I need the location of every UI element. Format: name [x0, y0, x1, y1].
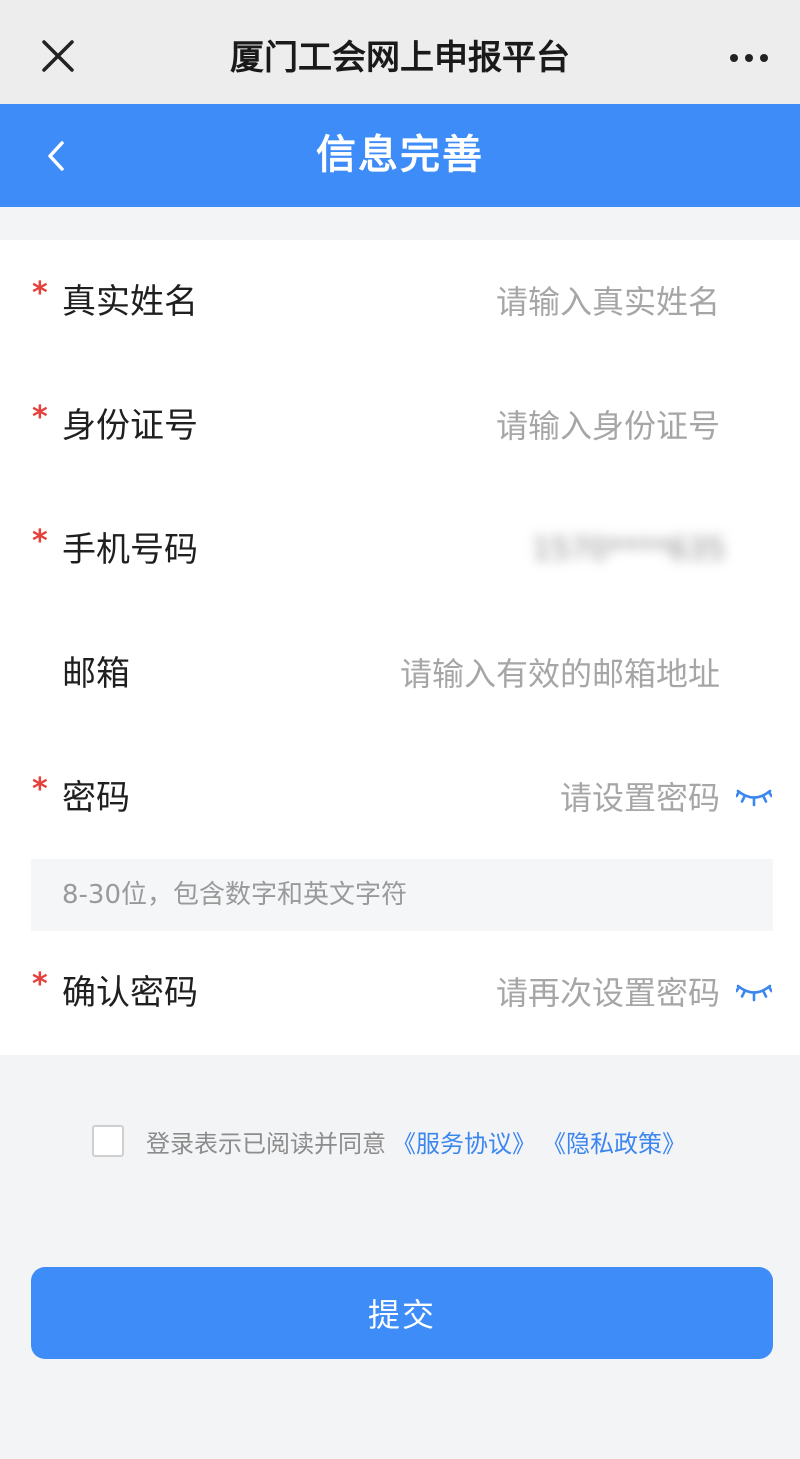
page-header: 信息完善: [0, 104, 800, 207]
service-agreement-link[interactable]: 《服务协议》: [392, 1124, 536, 1159]
id-number-input[interactable]: [320, 401, 720, 451]
agreement-checkbox[interactable]: [92, 1125, 124, 1157]
confirm-password-input[interactable]: [320, 968, 720, 1018]
agreement-row: 登录表示已阅读并同意 《服务协议》 《隐私政策》: [92, 1124, 686, 1158]
required-mark: *: [32, 772, 48, 807]
mini-program-top-bar: 厦门工会网上申报平台: [0, 0, 800, 104]
more-horizontal-icon: [730, 54, 768, 62]
confirm-password-row: * 确认密码: [0, 931, 800, 1055]
real-name-row: * 真实姓名: [0, 240, 800, 364]
id-number-row: * 身份证号: [0, 364, 800, 488]
info-form: * 真实姓名 * 身份证号 * 手机号码 1570****635 邮箱 * 密码…: [0, 240, 800, 1055]
real-name-input[interactable]: [320, 277, 720, 327]
phone-label: 手机号码: [62, 530, 198, 570]
app-title: 厦门工会网上申报平台: [230, 38, 570, 78]
password-input[interactable]: [320, 773, 720, 823]
required-mark: *: [32, 276, 48, 311]
id-number-label: 身份证号: [62, 406, 198, 446]
phone-value-masked: 1570****635: [532, 532, 726, 567]
required-mark: *: [32, 967, 48, 1002]
close-button[interactable]: [34, 32, 82, 80]
eye-closed-icon[interactable]: [736, 782, 772, 812]
password-row: * 密码: [0, 736, 800, 860]
required-mark: *: [32, 524, 48, 559]
confirm-password-label: 确认密码: [62, 973, 198, 1013]
submit-button[interactable]: 提交: [31, 1267, 773, 1359]
required-mark: *: [32, 400, 48, 435]
back-button[interactable]: [32, 132, 80, 180]
close-icon: [42, 40, 74, 72]
chevron-left-icon: [48, 141, 64, 171]
real-name-label: 真实姓名: [62, 282, 198, 322]
privacy-policy-link[interactable]: 《隐私政策》: [542, 1124, 686, 1159]
page-title: 信息完善: [316, 132, 484, 178]
email-row: 邮箱: [0, 612, 800, 736]
password-hint: 8-30位，包含数字和英文字符: [31, 859, 773, 931]
agreement-text: 登录表示已阅读并同意: [146, 1129, 386, 1158]
more-menu-button[interactable]: [724, 36, 774, 80]
phone-row: * 手机号码 1570****635: [0, 488, 800, 612]
password-label: 密码: [62, 778, 130, 818]
eye-closed-icon[interactable]: [736, 977, 772, 1007]
email-input[interactable]: [320, 649, 720, 699]
email-label: 邮箱: [62, 654, 130, 694]
